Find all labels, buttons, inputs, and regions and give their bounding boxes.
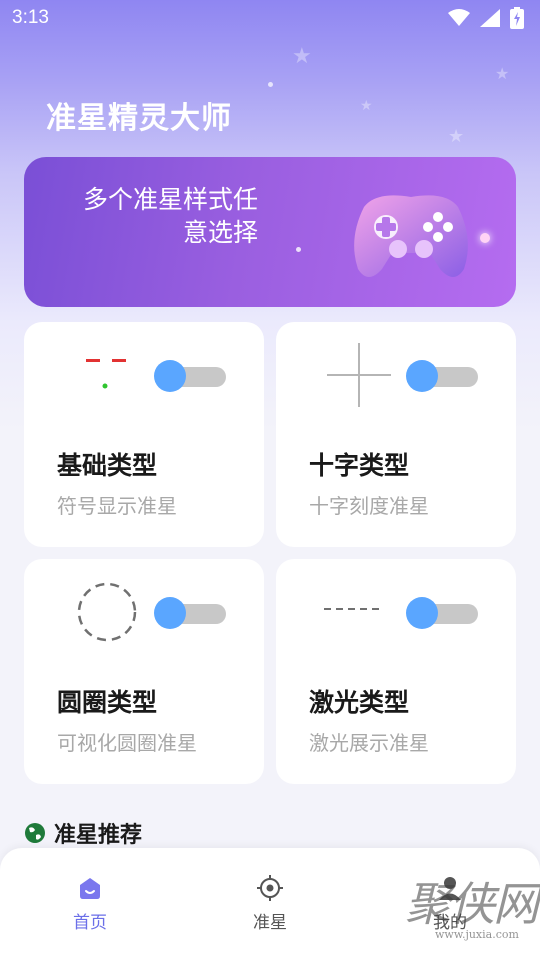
section-header-recommend: 准星推荐 bbox=[24, 817, 142, 849]
banner-line-2: 意选择 bbox=[182, 218, 258, 247]
card-title: 圆圈类型 bbox=[57, 688, 158, 717]
app-title: 准星精灵大师 bbox=[46, 101, 232, 136]
toggle-knob bbox=[154, 360, 186, 392]
card-cross-type[interactable]: 十字类型 十字刻度准星 bbox=[276, 322, 516, 547]
promo-banner[interactable]: 多个准星样式任 意选择 bbox=[24, 157, 516, 307]
card-circle-type[interactable]: 圆圈类型 可视化圆圈准星 bbox=[24, 559, 264, 784]
banner-line-1: 多个准星样式任 bbox=[82, 185, 258, 214]
sparkle-dot bbox=[296, 247, 301, 252]
gamepad-illustration bbox=[354, 195, 468, 277]
signal-icon bbox=[480, 9, 500, 27]
card-subtitle: 可视化圆圈准星 bbox=[57, 731, 197, 755]
wifi-icon bbox=[448, 9, 470, 26]
toggle-knob bbox=[406, 597, 438, 629]
card-basic-type[interactable]: 基础类型 符号显示准星 bbox=[24, 322, 264, 547]
globe-icon bbox=[25, 823, 45, 843]
toggle-cross[interactable] bbox=[406, 360, 478, 394]
sparkle-dot bbox=[480, 233, 490, 243]
star-decoration: ★ bbox=[495, 64, 510, 83]
star-decoration: ★ bbox=[292, 44, 312, 69]
cross-crosshair-icon bbox=[327, 343, 391, 407]
status-bar: 3:13 bbox=[0, 0, 540, 36]
card-subtitle: 符号显示准星 bbox=[57, 494, 177, 518]
card-title: 十字类型 bbox=[309, 451, 410, 480]
toggle-basic[interactable] bbox=[154, 360, 226, 394]
home-icon bbox=[35, 872, 145, 904]
status-time: 3:13 bbox=[12, 7, 49, 28]
nav-crosshair-label: 准星 bbox=[253, 913, 287, 933]
toggle-knob bbox=[154, 597, 186, 629]
watermark: 聚侠网 www.juxia.com bbox=[405, 868, 539, 941]
toggle-circle[interactable] bbox=[154, 597, 226, 631]
card-title: 激光类型 bbox=[309, 688, 410, 717]
nav-home-label: 首页 bbox=[73, 913, 107, 933]
sparkle-dot bbox=[268, 82, 273, 87]
watermark-logo: 聚侠网 bbox=[405, 877, 539, 931]
banner-text: 多个准星样式任 意选择 bbox=[28, 183, 258, 249]
nav-home[interactable]: 首页 bbox=[35, 872, 145, 933]
star-decoration: ★ bbox=[448, 126, 465, 147]
card-subtitle: 激光展示准星 bbox=[309, 731, 429, 755]
star-decoration: ★ bbox=[360, 98, 373, 114]
nav-crosshair[interactable]: 准星 bbox=[215, 872, 325, 933]
card-subtitle: 十字刻度准星 bbox=[309, 494, 429, 518]
toggle-laser[interactable] bbox=[406, 597, 478, 631]
section-title: 准星推荐 bbox=[54, 823, 143, 848]
crosshair-icon bbox=[215, 872, 325, 904]
basic-crosshair-icon bbox=[86, 359, 126, 389]
battery-icon bbox=[510, 7, 524, 29]
card-laser-type[interactable]: 激光类型 激光展示准星 bbox=[276, 559, 516, 784]
laser-crosshair-icon bbox=[324, 608, 382, 610]
status-icons bbox=[448, 7, 524, 29]
card-title: 基础类型 bbox=[57, 451, 158, 480]
toggle-knob bbox=[406, 360, 438, 392]
circle-crosshair-icon bbox=[77, 582, 137, 642]
